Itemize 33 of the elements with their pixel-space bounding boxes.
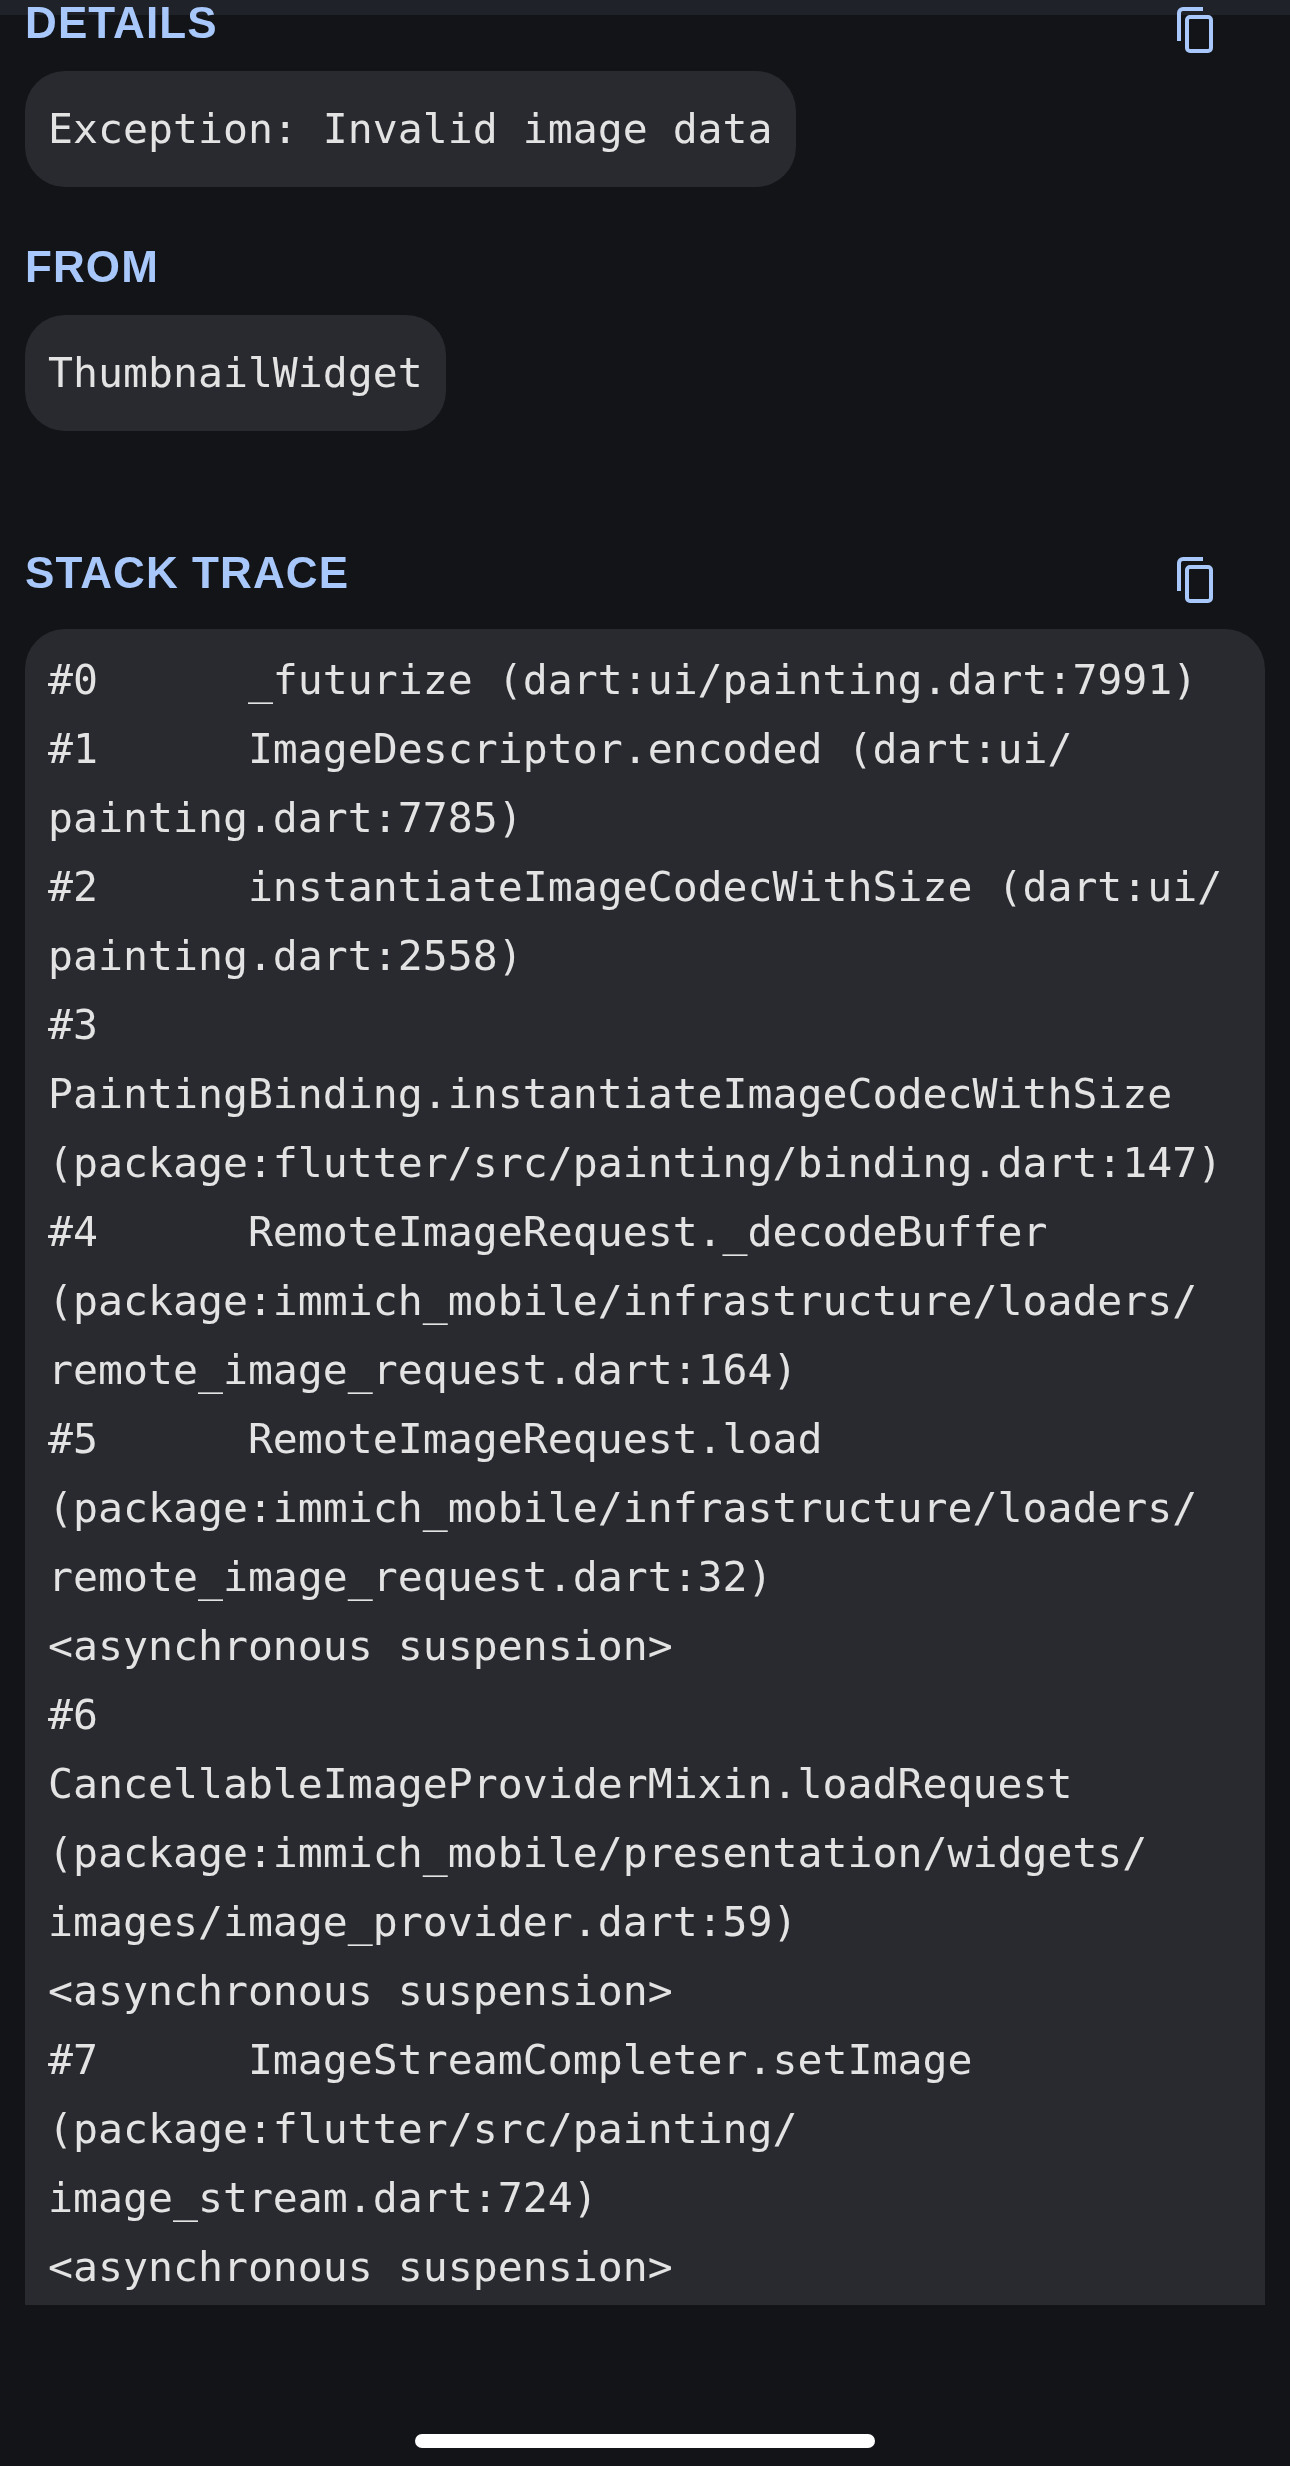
stack-trace-line: PaintingBinding.instantiateImageCodecWithSize — [48, 1068, 1174, 1120]
stack-trace-line: (package:immich_mobile/presentation/widgets/ — [48, 1827, 1149, 1879]
copy-button[interactable] — [1175, 7, 1215, 53]
stack-trace-line: image_stream.dart:724) — [48, 2172, 599, 2224]
section-heading: STACK TRACE — [25, 547, 350, 599]
stack-trace-line: #6 — [48, 1689, 99, 1741]
stack-trace-line: painting.dart:2558) — [48, 930, 524, 982]
value-chip: Exception: Invalid image data — [25, 71, 796, 187]
stack-trace-line: (package:flutter/src/painting/binding.dart:147) — [48, 1137, 1224, 1189]
stack-trace-line: #3 — [48, 999, 99, 1051]
stack-trace-line: (package:immich_mobile/infrastructure/loaders/ — [48, 1482, 1199, 1534]
stack-trace-line: #1 ImageDescriptor.encoded (dart:ui/ — [48, 723, 1074, 775]
copy-icon — [1175, 7, 1215, 53]
stack-trace-line: <asynchronous suspension> — [48, 1620, 674, 1672]
stack-trace-line: #0 _futurize (dart:ui/painting.dart:7991) — [48, 654, 1199, 706]
stack-trace-line: #5 RemoteImageRequest.load — [48, 1413, 824, 1465]
stack-trace-line: <asynchronous suspension> — [48, 2241, 674, 2293]
stack-trace-line: images/image_provider.dart:59) — [48, 1896, 799, 1948]
copy-button[interactable] — [1175, 557, 1215, 603]
stack-trace-line: <asynchronous suspension> — [48, 1965, 674, 2017]
stack-trace-line: (package:immich_mobile/infrastructure/loaders/ — [48, 1275, 1199, 1327]
value-chip: ThumbnailWidget — [25, 315, 446, 431]
stack-trace-line: (package:flutter/src/painting/ — [48, 2103, 799, 2155]
section-heading: DETAILS — [25, 0, 218, 49]
stack-trace-line: #4 RemoteImageRequest._decodeBuffer — [48, 1206, 1049, 1258]
stack-trace-line: #2 instantiateImageCodecWithSize (dart:ui/ — [48, 861, 1224, 913]
stack-trace-line: #7 ImageStreamCompleter.setImage — [48, 2034, 974, 2086]
copy-icon — [1175, 557, 1215, 603]
stack-trace-line: remote_image_request.dart:32) — [48, 1551, 774, 1603]
stack-trace-line: CancellableImageProviderMixin.loadRequest — [48, 1758, 1074, 1810]
stack-trace-line: remote_image_request.dart:164) — [48, 1344, 799, 1396]
stack-trace-line: painting.dart:7785) — [48, 792, 524, 844]
section-heading: FROM — [25, 241, 159, 293]
